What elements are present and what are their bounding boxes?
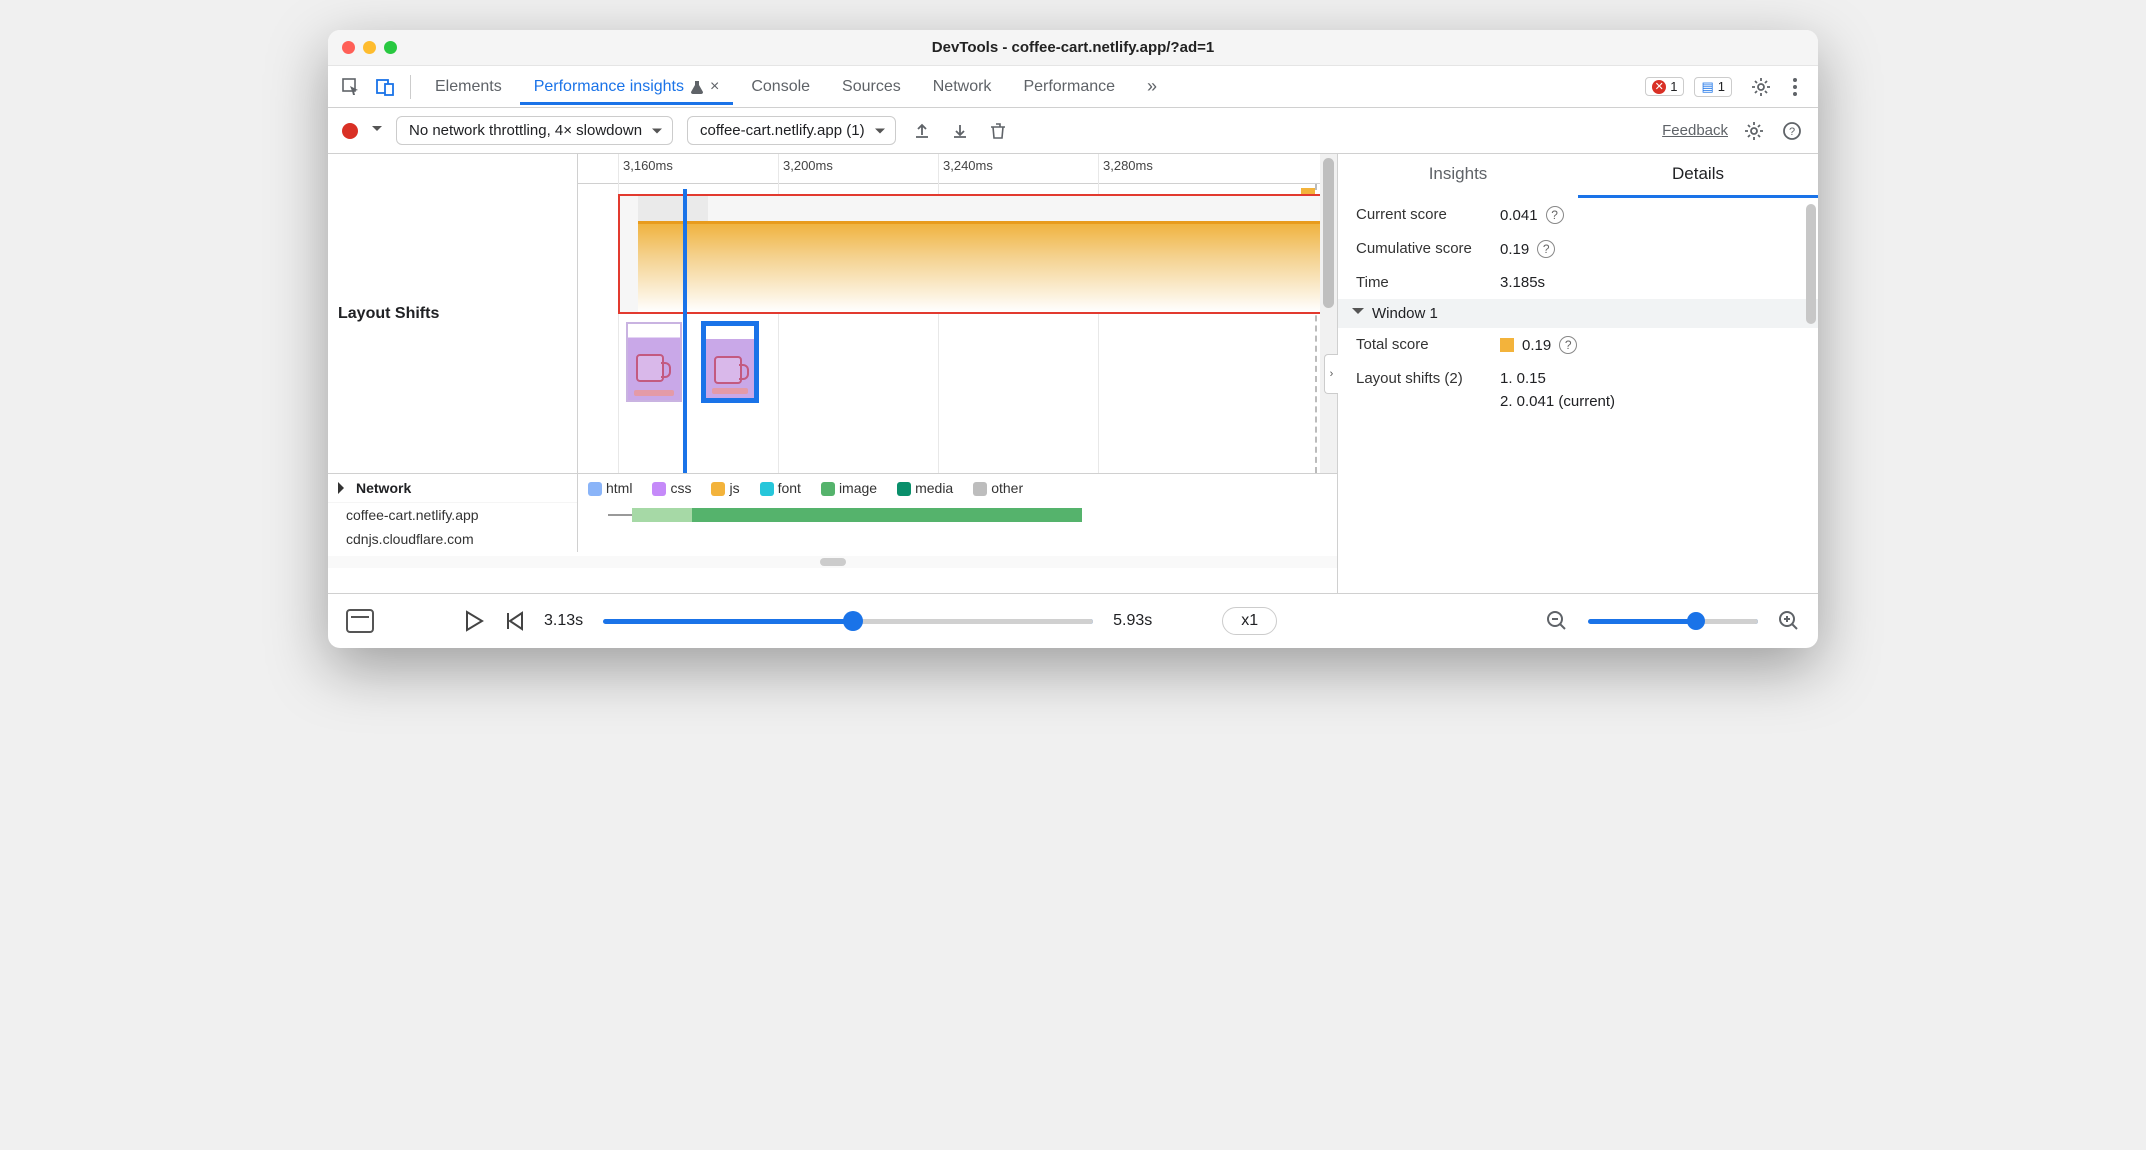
help-icon[interactable]: ? <box>1546 206 1564 224</box>
window-section-toggle[interactable]: Window 1 <box>1338 299 1818 328</box>
panel-settings-icon[interactable] <box>1742 119 1766 143</box>
messages-badge[interactable]: ▤ 1 <box>1694 77 1732 97</box>
tab-elements[interactable]: Elements <box>421 69 516 105</box>
network-host[interactable]: coffee-cart.netlify.app <box>328 503 577 527</box>
import-icon[interactable] <box>948 119 972 143</box>
tab-network[interactable]: Network <box>919 69 1006 105</box>
tab-sources[interactable]: Sources <box>828 69 915 105</box>
window-title: DevTools - coffee-cart.netlify.app/?ad=1 <box>328 39 1818 56</box>
error-icon: ✕ <box>1652 80 1666 94</box>
timeline-ruler: 3,160ms 3,200ms 3,240ms 3,280ms <box>578 154 1337 184</box>
replay-start-button[interactable] <box>504 610 524 632</box>
tabs-overflow[interactable]: » <box>1133 67 1171 106</box>
main-tabstrip: Elements Performance insights × Console … <box>328 66 1818 108</box>
timeline-slider[interactable] <box>603 619 1093 624</box>
throttling-select[interactable]: No network throttling, 4× slowdown <box>396 116 673 145</box>
errors-badge[interactable]: ✕ 1 <box>1645 77 1684 96</box>
feedback-link[interactable]: Feedback <box>1662 122 1728 139</box>
export-icon[interactable] <box>910 119 934 143</box>
panel-collapse-handle[interactable]: › <box>1324 354 1338 394</box>
record-options-chevron[interactable] <box>372 126 382 136</box>
layout-shift-item[interactable]: 2. 0.041 (current) <box>1500 393 1615 410</box>
svg-text:?: ? <box>1789 126 1795 138</box>
tab-performance-insights[interactable]: Performance insights × <box>520 69 734 105</box>
timeline-canvas[interactable]: 3,160ms 3,200ms 3,240ms 3,280ms <box>578 154 1337 473</box>
network-host[interactable]: cdnjs.cloudflare.com <box>328 527 577 551</box>
disclosure-triangle-icon <box>338 482 350 494</box>
tab-console[interactable]: Console <box>737 69 824 105</box>
devtools-window: DevTools - coffee-cart.netlify.app/?ad=1… <box>328 30 1818 648</box>
timeline-end-label: 5.93s <box>1113 612 1152 630</box>
zoom-slider[interactable] <box>1588 619 1758 624</box>
kebab-menu-icon[interactable] <box>1780 72 1810 102</box>
timeline-start-label: 3.13s <box>544 612 583 630</box>
playback-speed[interactable]: x1 <box>1222 607 1277 635</box>
details-panel: › Insights Details Current score 0.041? … <box>1338 154 1818 593</box>
close-tab-icon[interactable]: × <box>710 78 719 96</box>
record-button[interactable] <box>342 123 358 139</box>
details-tab[interactable]: Details <box>1578 154 1818 198</box>
filmstrip-thumbnail[interactable] <box>626 322 682 402</box>
network-legend: html css js font image media other <box>578 480 1337 504</box>
recording-select[interactable]: coffee-cart.netlify.app (1) <box>687 116 896 145</box>
row-label-layout-shifts: Layout Shifts <box>328 154 578 473</box>
panel-help-icon[interactable]: ? <box>1780 119 1804 143</box>
player-footer: 3.13s 5.93s x1 <box>328 594 1818 648</box>
vertical-scrollbar[interactable] <box>1320 154 1337 473</box>
horizontal-scrollbar[interactable] <box>328 556 1337 568</box>
chevron-down-icon <box>1352 308 1364 320</box>
network-section-toggle[interactable]: Network <box>328 474 577 503</box>
help-icon[interactable]: ? <box>1537 240 1555 258</box>
flask-icon <box>690 80 704 94</box>
delete-icon[interactable] <box>986 119 1010 143</box>
insights-tab[interactable]: Insights <box>1338 154 1578 198</box>
message-icon: ▤ <box>1701 79 1713 95</box>
settings-icon[interactable] <box>1746 72 1776 102</box>
zoom-out-icon[interactable] <box>1546 610 1568 632</box>
titlebar: DevTools - coffee-cart.netlify.app/?ad=1 <box>328 30 1818 66</box>
device-toggle-icon[interactable] <box>370 72 400 102</box>
network-waterfall[interactable] <box>578 504 1337 548</box>
filmstrip-thumbnail-selected[interactable] <box>702 322 758 402</box>
layout-shift-window-box <box>618 194 1329 314</box>
details-scrollbar[interactable] <box>1806 204 1816 324</box>
help-icon[interactable]: ? <box>1559 336 1577 354</box>
play-button[interactable] <box>464 610 484 632</box>
tab-performance[interactable]: Performance <box>1009 69 1129 105</box>
layout-shift-item[interactable]: 1. 0.15 <box>1500 370 1615 387</box>
zoom-in-icon[interactable] <box>1778 610 1800 632</box>
toggle-view-icon[interactable] <box>346 609 374 633</box>
inspect-icon[interactable] <box>336 72 366 102</box>
score-color-swatch <box>1500 338 1514 352</box>
panel-toolbar: No network throttling, 4× slowdown coffe… <box>328 108 1818 154</box>
